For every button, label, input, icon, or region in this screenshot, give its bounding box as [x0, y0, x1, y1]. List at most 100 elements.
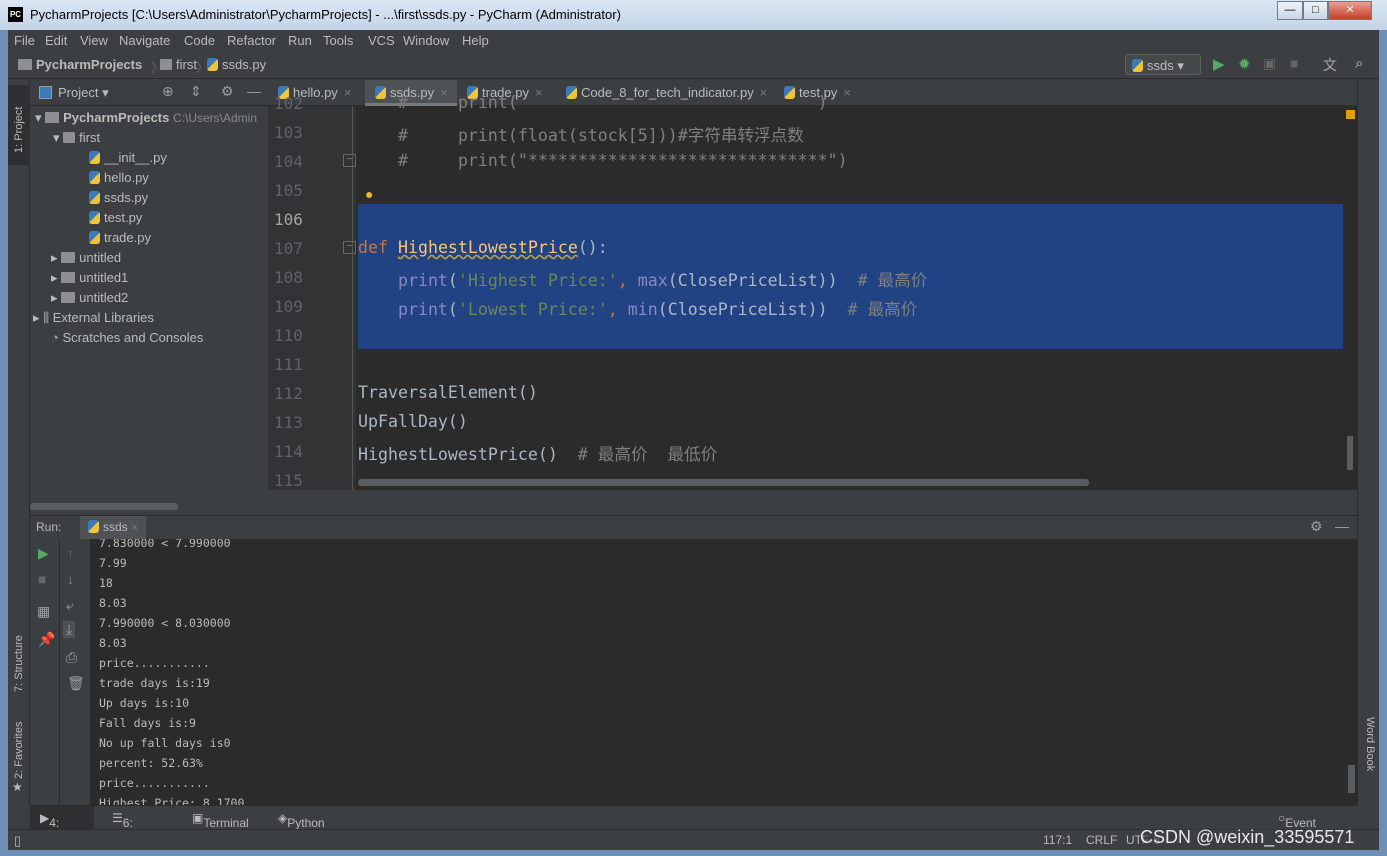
todo-tool-button[interactable]: ☰ 6: TODO: [112, 811, 157, 844]
tree-item-trade[interactable]: trade.py: [89, 230, 151, 245]
warning-marker[interactable]: [1346, 110, 1355, 119]
up-arrow-icon[interactable]: ↑: [67, 545, 74, 561]
menu-refactor[interactable]: Refactor: [227, 33, 276, 48]
code-line: UpFallDay(): [358, 412, 468, 431]
tree-item-label: External Libraries: [52, 310, 154, 325]
caret-position[interactable]: 117:1: [1043, 833, 1072, 847]
run-config-select[interactable]: ssds ▾: [1125, 54, 1201, 75]
coverage-icon[interactable]: ▣: [1263, 55, 1276, 72]
run-tool-button[interactable]: ▶ 4: Run: [40, 811, 71, 844]
collapse-all-icon[interactable]: ⇕: [190, 83, 202, 100]
menu-view[interactable]: View: [80, 33, 108, 48]
breadcrumb-root-label: PycharmProjects: [36, 57, 143, 72]
menu-vcs[interactable]: VCS: [368, 33, 395, 48]
word-book-tool-button[interactable]: Word Book: [1358, 715, 1380, 795]
line-number: 115: [274, 471, 303, 490]
menu-file[interactable]: File: [14, 33, 35, 48]
structure-tool-button[interactable]: 7: Structure: [8, 614, 30, 694]
menu-run[interactable]: Run: [288, 33, 312, 48]
tree-item-untitled2[interactable]: ▸ untitled2: [51, 290, 128, 306]
breadcrumb-first[interactable]: first: [160, 57, 197, 72]
tree-item-first[interactable]: ▾ first: [53, 130, 100, 146]
close-tab-icon[interactable]: ×: [843, 85, 851, 100]
run-console-output[interactable]: 7.830000 < 7.990000 7.99 18 8.03 7.99000…: [90, 539, 1357, 805]
output-line: No up fall days is0: [99, 736, 231, 750]
terminal-tool-button[interactable]: ▣ Terminal: [192, 811, 249, 830]
lightbulb-icon[interactable]: ●: [365, 186, 373, 202]
tree-item-scratches[interactable]: ◔ Scratches and Consoles: [51, 330, 203, 345]
tree-item-ssds[interactable]: ssds.py: [89, 190, 148, 205]
star-icon: ★: [12, 780, 23, 794]
code-line: def HighestLowestPrice():: [358, 238, 608, 257]
editor-horizontal-scrollbar[interactable]: [358, 479, 1089, 486]
fold-marker-icon[interactable]: −: [343, 241, 356, 254]
hide-panel-icon[interactable]: —: [247, 83, 261, 99]
stop-icon[interactable]: ■: [38, 571, 46, 587]
hide-panel-icon[interactable]: —: [1335, 518, 1349, 534]
line-number: 110: [274, 326, 303, 345]
search-icon[interactable]: ⌕: [1355, 55, 1363, 72]
gear-icon[interactable]: ⚙: [1310, 518, 1323, 535]
close-tab-icon[interactable]: ×: [344, 85, 352, 100]
close-window-button[interactable]: ✕: [1328, 1, 1372, 20]
breadcrumb-file[interactable]: ssds.py: [207, 57, 266, 72]
project-horizontal-scrollbar[interactable]: [30, 503, 178, 510]
run-toolbar: ▶ ■ ▦ 📌 ↑ ↓ ⤶ ⤓ ⎙ 🗑: [30, 539, 90, 805]
scroll-to-end-icon[interactable]: ⤓: [63, 621, 76, 638]
code-line: # print(float(stock[5]))#字符串转浮点数: [398, 126, 804, 145]
favorites-tool-label: 2: Favorites: [13, 721, 25, 779]
gear-icon[interactable]: ⚙: [221, 83, 234, 100]
console-scrollbar[interactable]: [1348, 765, 1355, 793]
menu-code[interactable]: Code: [184, 33, 215, 48]
line-number: 108: [274, 268, 303, 287]
status-bar: ▯ 117:1 CRLF UTF-8 CSDN @weixin_33595571: [8, 827, 1379, 850]
locate-icon[interactable]: ⊕: [162, 83, 174, 100]
line-separator[interactable]: CRLF: [1086, 833, 1117, 847]
project-tool-button[interactable]: 1: Project: [8, 85, 30, 165]
layout-icon[interactable]: ▦: [37, 603, 50, 620]
tree-item-untitled[interactable]: ▸ untitled: [51, 250, 121, 266]
line-number: 112: [274, 384, 303, 403]
fold-marker-icon[interactable]: −: [343, 154, 356, 167]
trash-icon[interactable]: 🗑: [67, 675, 85, 692]
code-line: HighestLowestPrice() # 最高价 最低价: [358, 445, 718, 464]
breadcrumb-root[interactable]: PycharmProjects: [18, 57, 142, 72]
tree-item-init[interactable]: __init__.py: [89, 150, 167, 165]
tree-item-label: hello.py: [104, 170, 149, 185]
translate-icon[interactable]: 文: [1323, 55, 1337, 75]
tree-item-test[interactable]: test.py: [89, 210, 142, 225]
maximize-button[interactable]: □: [1303, 1, 1328, 20]
menu-edit[interactable]: Edit: [45, 33, 67, 48]
project-view-label: Project: [58, 85, 99, 100]
scratches-icon: ◔: [51, 330, 59, 345]
editor-error-stripe[interactable]: [1343, 106, 1357, 490]
menu-help[interactable]: Help: [462, 33, 489, 48]
menu-tools[interactable]: Tools: [323, 33, 353, 48]
debug-icon[interactable]: ✹: [1238, 55, 1251, 73]
editor-vertical-scrollbar[interactable]: [1347, 436, 1353, 470]
run-tab-ssds[interactable]: ssds ×: [80, 516, 147, 539]
tree-item-hello[interactable]: hello.py: [89, 170, 149, 185]
soft-wrap-icon[interactable]: ⤶: [66, 597, 74, 614]
tree-root[interactable]: ▾ PycharmProjects C:\Users\Admin: [35, 110, 257, 126]
minimize-button[interactable]: —: [1277, 1, 1303, 20]
python-console-tool-button[interactable]: ◈ Python Console: [278, 811, 331, 844]
rerun-icon[interactable]: ▶: [38, 545, 49, 562]
menu-bar: File Edit View Navigate Code Refactor Ru…: [8, 30, 1379, 52]
toggle-tool-windows-icon[interactable]: ▯: [14, 833, 21, 849]
tree-item-untitled1[interactable]: ▸ untitled1: [51, 270, 128, 286]
print-icon[interactable]: ⎙: [66, 649, 77, 666]
menu-navigate[interactable]: Navigate: [119, 33, 170, 48]
stop-icon[interactable]: ■: [1290, 55, 1298, 71]
event-log-button[interactable]: ○ Event Log: [1278, 811, 1316, 844]
run-icon[interactable]: ▶: [1213, 55, 1225, 73]
code-line: TraversalElement(): [358, 383, 538, 402]
line-number: 109: [274, 297, 303, 316]
down-arrow-icon[interactable]: ↓: [67, 571, 74, 587]
pin-icon[interactable]: 📌: [38, 631, 55, 648]
menu-window[interactable]: Window: [403, 33, 449, 48]
project-view-select[interactable]: Project ▾: [58, 85, 109, 101]
tree-item-external-libraries[interactable]: ▸ ⫼ External Libraries: [33, 310, 154, 326]
favorites-tool-button[interactable]: 2: Favorites ★: [8, 714, 30, 794]
breadcrumb-first-label: first: [176, 57, 197, 72]
